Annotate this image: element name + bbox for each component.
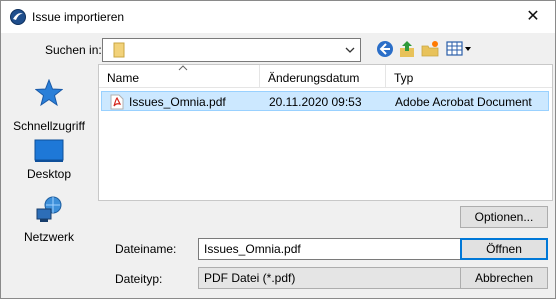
chevron-down-icon [345, 47, 355, 53]
back-arrow-icon[interactable] [376, 40, 394, 58]
desktop-icon [34, 139, 64, 162]
title-bar[interactable]: Issue importieren ✕ [1, 1, 555, 33]
view-menu-icon[interactable] [446, 40, 472, 58]
column-header-date[interactable]: Änderungsdatum [260, 65, 385, 88]
place-network[interactable]: Netzwerk [1, 195, 97, 251]
close-button[interactable]: ✕ [523, 7, 543, 27]
filename-label: Dateiname: [115, 242, 177, 256]
look-in-dropdown[interactable] [102, 38, 361, 62]
file-type: Adobe Acrobat Document [395, 95, 532, 109]
pdf-icon [110, 94, 124, 110]
open-button[interactable]: Öffnen [460, 238, 548, 260]
folder-icon [113, 42, 125, 58]
up-folder-icon[interactable] [398, 40, 416, 58]
network-icon [36, 196, 62, 222]
button-panel: Optionen... Öffnen Abbrechen [454, 200, 554, 296]
places-bar: Schnellzugriff Desktop Netzwerk [1, 67, 97, 297]
column-header-type[interactable]: Typ [386, 65, 546, 88]
place-label: Desktop [26, 167, 72, 181]
file-open-dialog: Issue importieren ✕ Suchen in: Schnellzu… [0, 0, 556, 299]
star-icon [35, 79, 63, 107]
filename-value: Issues_Omnia.pdf [204, 242, 301, 256]
place-quick-access[interactable]: Schnellzugriff [1, 79, 97, 135]
app-logo-icon [10, 9, 26, 25]
place-label: Schnellzugriff [13, 119, 85, 133]
list-header: Name Änderungsdatum Typ [99, 65, 552, 88]
close-icon: ✕ [526, 8, 540, 25]
filetype-value: PDF Datei (*.pdf) [204, 271, 296, 285]
filename-panel: Dateiname: Issues_Omnia.pdf Dateityp: PD… [98, 232, 541, 296]
window-title: Issue importieren [32, 10, 125, 24]
place-desktop[interactable]: Desktop [1, 139, 97, 195]
look-in-label: Suchen in: [45, 43, 102, 57]
sort-ascending-icon [178, 65, 188, 71]
file-date: 20.11.2020 09:53 [269, 95, 362, 109]
filetype-label: Dateityp: [115, 272, 163, 286]
new-folder-icon[interactable] [421, 40, 439, 58]
file-list[interactable]: Name Änderungsdatum Typ Issues_Omnia.pdf… [98, 64, 553, 201]
options-button[interactable]: Optionen... [460, 206, 548, 228]
file-name: Issues_Omnia.pdf [129, 95, 226, 109]
file-row-selected[interactable]: Issues_Omnia.pdf 20.11.2020 09:53 Adobe … [101, 91, 549, 111]
place-label: Netzwerk [23, 230, 74, 244]
cancel-button[interactable]: Abbrechen [460, 267, 548, 289]
